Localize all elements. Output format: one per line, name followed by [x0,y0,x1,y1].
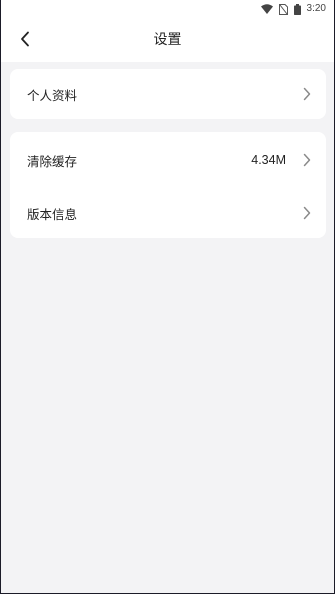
settings-card-app: 清除缓存 4.34M 版本信息 [10,132,326,238]
status-indicators: 3:20 [260,3,326,15]
chevron-right-icon [303,87,311,101]
page-title: 设置 [153,32,182,48]
settings-item-profile[interactable]: 个人资料 [10,69,326,119]
status-bar: 3:20 [1,0,334,18]
settings-item-clear-cache[interactable]: 清除缓存 4.34M [10,132,326,188]
settings-item-label: 版本信息 [27,206,78,222]
settings-screen: 3:20 设置 个人资料 清除缓存 4.34M 版本信息 [0,0,335,594]
header: 设置 [1,18,334,62]
settings-card-profile: 个人资料 [10,69,326,119]
settings-item-label: 清除缓存 [27,153,78,169]
cache-size-value: 4.34M [251,153,286,167]
chevron-right-icon [303,206,311,220]
settings-item-version[interactable]: 版本信息 [10,188,326,238]
battery-icon [293,3,301,15]
settings-item-label: 个人资料 [27,87,78,103]
wifi-icon [260,4,273,14]
status-time: 3:20 [306,3,326,14]
chevron-right-icon [303,153,311,167]
no-sim-icon [278,3,288,15]
